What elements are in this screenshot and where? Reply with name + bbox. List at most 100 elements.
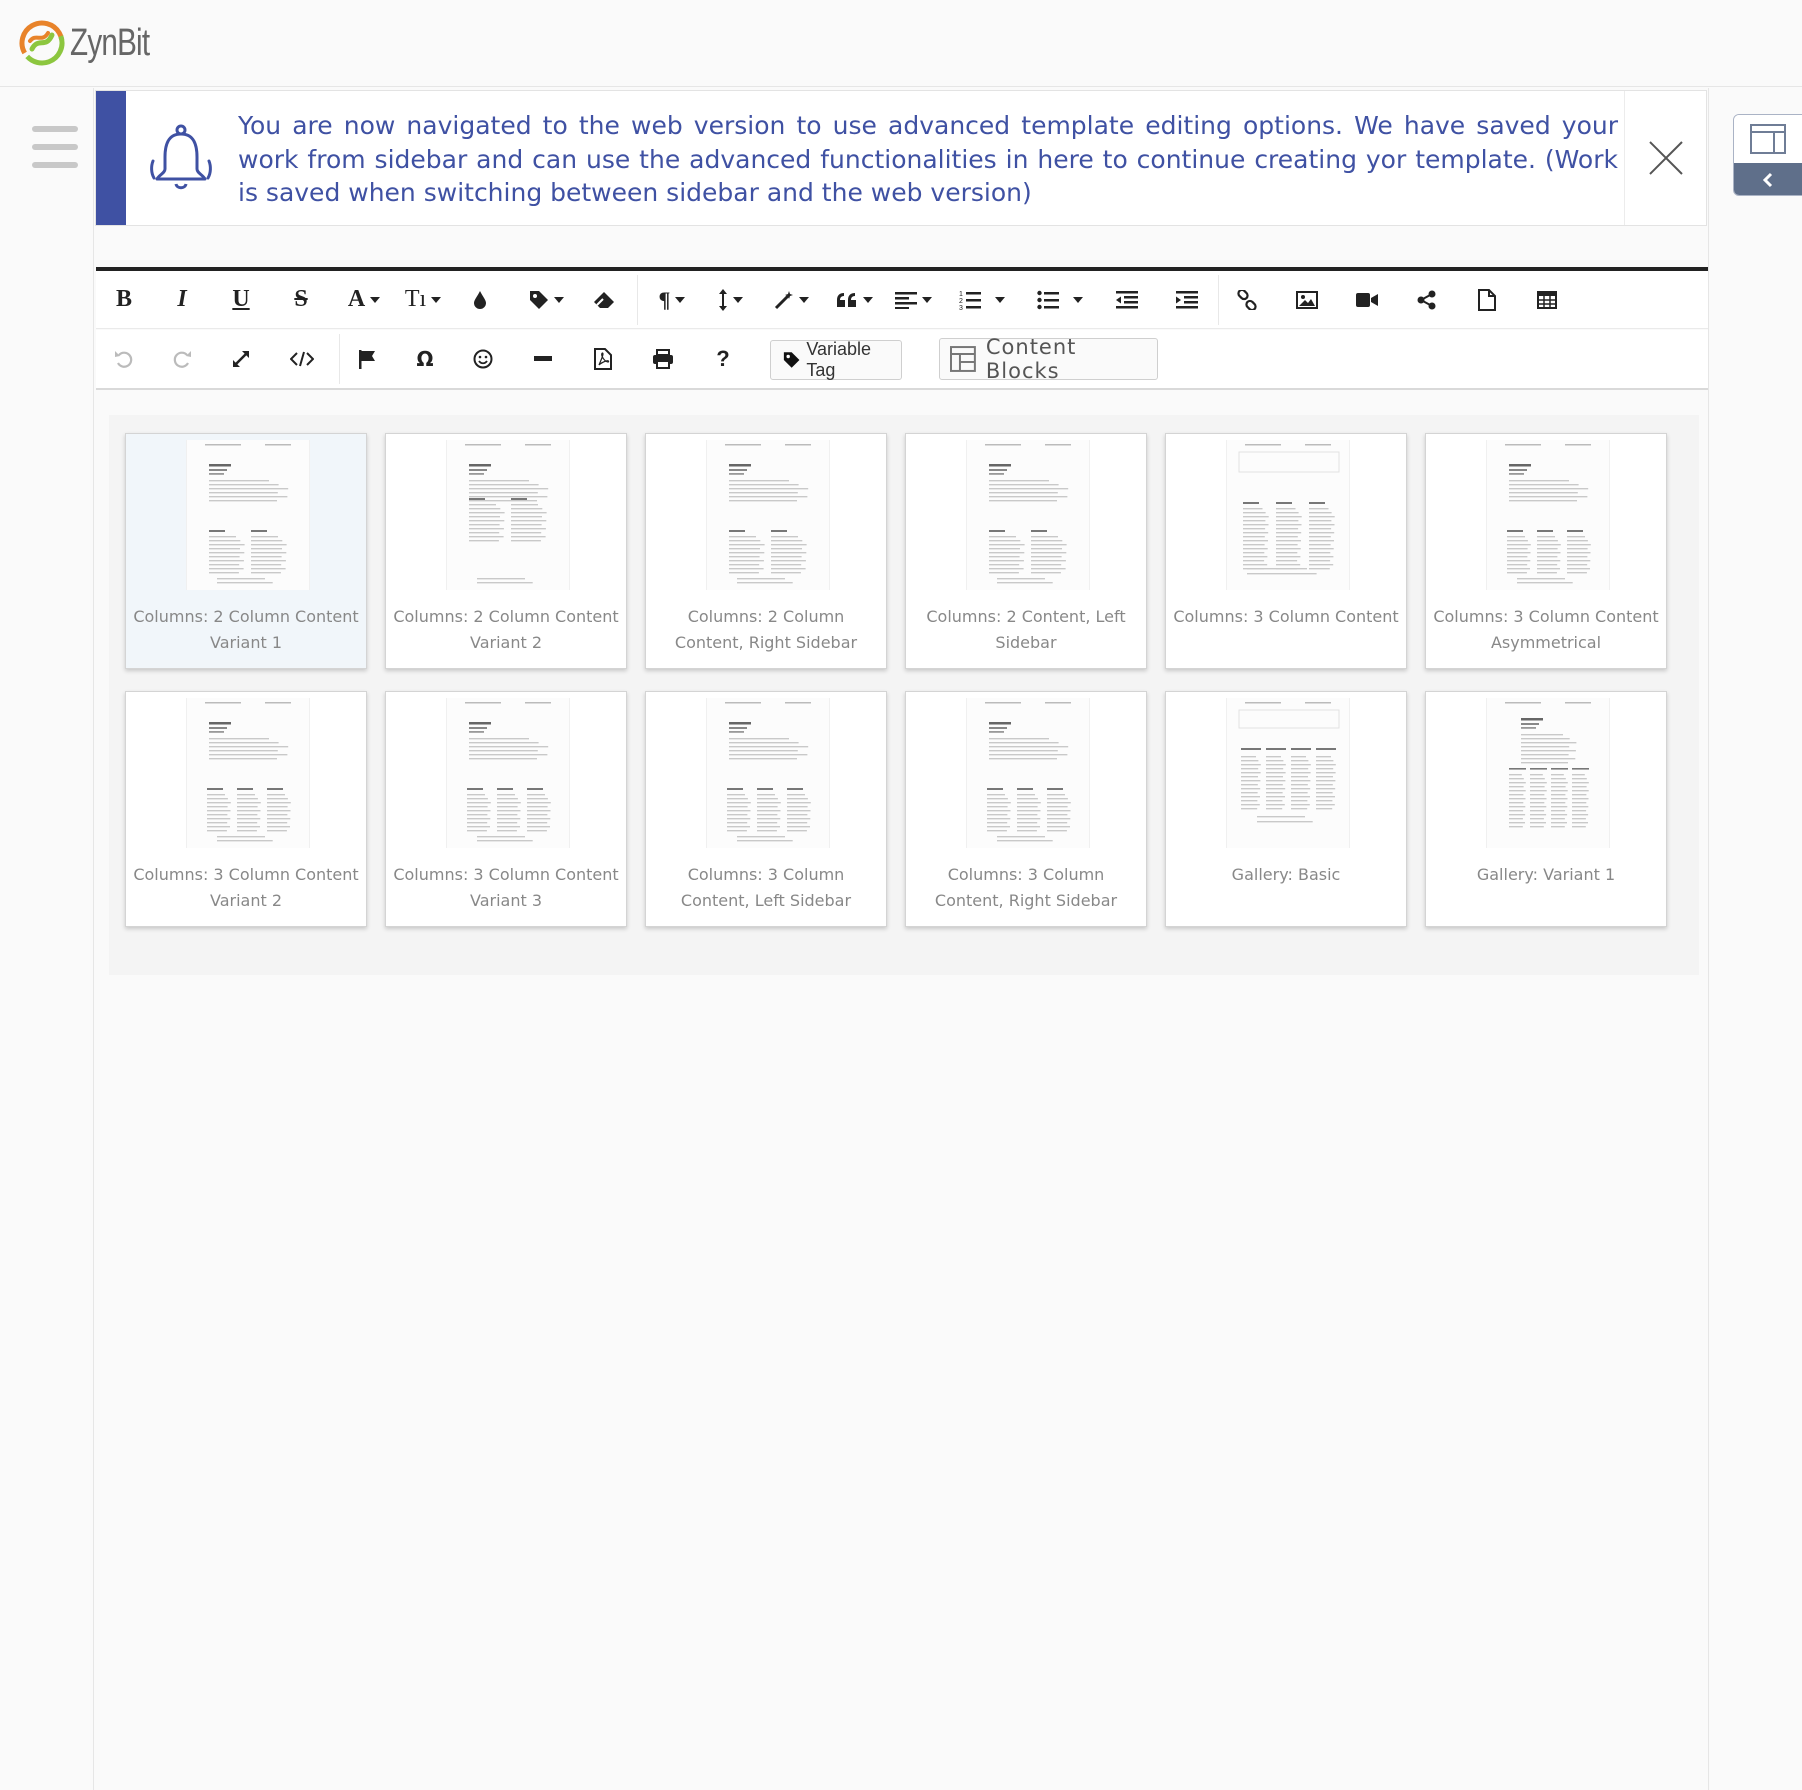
drop-icon: [474, 290, 486, 309]
indent-button[interactable]: [1172, 277, 1202, 323]
print-button[interactable]: [648, 336, 678, 382]
fullscreen-button[interactable]: [226, 336, 256, 382]
zynbit-logo[interactable]: ZynBit: [18, 18, 172, 68]
notification-banner: You are now navigated to the web version…: [95, 90, 1707, 226]
print-icon: [653, 349, 673, 369]
content-block-card[interactable]: Columns: 3 Column Content: [1165, 433, 1407, 669]
pdf-button[interactable]: [588, 336, 618, 382]
content-block-card[interactable]: Columns: 2 Column Content, Right Sidebar: [645, 433, 887, 669]
align-dropdown[interactable]: [892, 277, 934, 323]
content-block-card[interactable]: Columns: 3 Column Content, Right Sidebar: [905, 691, 1147, 927]
text-color-button[interactable]: [468, 277, 492, 323]
tag-icon: [783, 352, 800, 368]
content-block-card[interactable]: Columns: 3 Column Content Variant 2: [125, 691, 367, 927]
font-family-dropdown[interactable]: A: [344, 277, 384, 323]
content-block-thumbnail: [186, 440, 310, 590]
outdent-icon: [1116, 290, 1138, 308]
minus-icon: [534, 356, 552, 361]
content-block-thumbnail: [446, 440, 570, 590]
content-block-label: Gallery: Basic: [1231, 865, 1341, 884]
content-block-card[interactable]: Gallery: Variant 1: [1425, 691, 1667, 927]
content-block-thumbnail: [706, 698, 830, 848]
tag-icon: [529, 290, 548, 309]
italic-button[interactable]: I: [168, 277, 196, 323]
bell-icon: [150, 124, 212, 190]
code-view-button[interactable]: [286, 336, 318, 382]
content-block-thumbnail: [1226, 698, 1350, 848]
quote-dropdown[interactable]: [834, 277, 874, 323]
underline-button[interactable]: U: [226, 277, 256, 323]
underline-icon: U: [232, 286, 250, 312]
tag-dropdown[interactable]: [526, 277, 566, 323]
svg-text:3: 3: [959, 305, 963, 311]
ordered-list-dropdown[interactable]: 123: [956, 277, 1008, 323]
unordered-list-dropdown[interactable]: [1034, 277, 1086, 323]
smile-icon: [473, 349, 493, 369]
emoticons-button[interactable]: [468, 336, 498, 382]
content-block-label: Columns: 2 Column Content Variant 2: [393, 607, 619, 652]
table-icon: [1537, 290, 1557, 309]
flag-button[interactable]: [352, 336, 382, 382]
bold-button[interactable]: B: [110, 277, 138, 323]
content-blocks-button[interactable]: Content Blocks: [939, 335, 1158, 383]
special-chars-button[interactable]: Ω: [410, 336, 440, 382]
undo-button[interactable]: [110, 336, 138, 382]
content-block-thumbnail: [706, 440, 830, 590]
clear-formatting-button[interactable]: [590, 277, 618, 323]
font-size-icon: Tı: [404, 286, 427, 312]
menu-icon[interactable]: [32, 126, 78, 168]
share-button[interactable]: [1412, 277, 1442, 323]
flag-icon: [359, 350, 375, 369]
question-icon: ?: [716, 346, 730, 371]
paragraph-format-dropdown[interactable]: ¶: [654, 277, 690, 323]
insert-video-button[interactable]: [1352, 277, 1382, 323]
redo-button[interactable]: [168, 336, 196, 382]
content-block-card[interactable]: Columns: 2 Column Content Variant 2: [385, 433, 627, 669]
file-icon: [1478, 288, 1496, 311]
content-block-thumbnail: [1486, 440, 1610, 590]
horizontal-line-button[interactable]: [528, 336, 558, 382]
bold-icon: B: [115, 286, 132, 312]
content-block-card[interactable]: Gallery: Basic: [1165, 691, 1407, 927]
logo-text: ZynBit: [70, 21, 150, 64]
inline-style-dropdown[interactable]: [772, 277, 810, 323]
content-block-card[interactable]: Columns: 3 Column Content, Left Sidebar: [645, 691, 887, 927]
video-icon: [1356, 292, 1378, 307]
panel-layout-icon: [1750, 124, 1786, 154]
pdf-icon: [594, 348, 612, 370]
insert-file-button[interactable]: [1472, 277, 1502, 323]
pilcrow-icon: ¶: [658, 286, 671, 312]
outdent-button[interactable]: [1112, 277, 1142, 323]
right-rail: [1708, 88, 1802, 1790]
link-icon: [1237, 289, 1257, 310]
variable-tag-label: Variable Tag: [806, 339, 872, 380]
content-block-label: Columns: 2 Column Content Variant 1: [133, 607, 359, 652]
strikethrough-button[interactable]: S: [286, 277, 316, 323]
font-size-dropdown[interactable]: Tı: [402, 277, 444, 323]
share-icon: [1417, 290, 1436, 309]
insert-table-button[interactable]: [1532, 277, 1562, 323]
content-block-card[interactable]: Columns: 2 Content, Left Sidebar: [905, 433, 1147, 669]
line-height-icon: [718, 288, 727, 311]
line-height-dropdown[interactable]: [714, 277, 746, 323]
eraser-icon: [594, 291, 614, 308]
content-blocks-label: Content Blocks: [985, 335, 1077, 383]
sidebar-toggle-button[interactable]: [1733, 114, 1802, 196]
content-block-card[interactable]: Columns: 3 Column Content Variant 3: [385, 691, 627, 927]
content-block-thumbnail: [446, 698, 570, 848]
font-family-icon: A: [347, 286, 366, 312]
content-block-label: Columns: 2 Content, Left Sidebar: [926, 607, 1126, 652]
unordered-list-icon: [1037, 290, 1059, 309]
insert-link-button[interactable]: [1232, 277, 1262, 323]
content-block-card[interactable]: Columns: 2 Column Content Variant 1: [125, 433, 367, 669]
magic-wand-icon: [774, 290, 793, 309]
content-block-label: Columns: 3 Column Content Variant 3: [393, 865, 619, 910]
insert-image-button[interactable]: [1292, 277, 1322, 323]
close-button[interactable]: [1624, 91, 1706, 225]
left-rail: [0, 88, 94, 1790]
content-blocks-panel: Columns: 2 Column Content Variant 1 Colum…: [109, 415, 1699, 975]
content-block-card[interactable]: Columns: 3 Column Content Asymmetrical: [1425, 433, 1667, 669]
notification-message: You are now navigated to the web version…: [238, 111, 1618, 207]
help-button[interactable]: ?: [708, 336, 738, 382]
variable-tag-button[interactable]: Variable Tag: [770, 339, 902, 380]
